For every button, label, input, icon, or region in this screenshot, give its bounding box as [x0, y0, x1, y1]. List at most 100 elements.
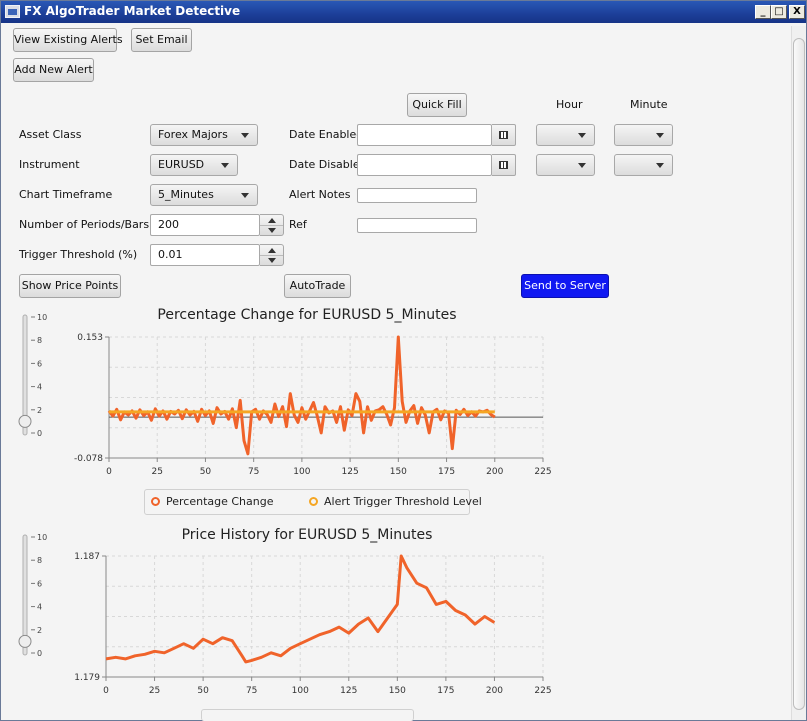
minimize-button[interactable]: _ — [755, 5, 771, 19]
alert-notes-input[interactable] — [357, 188, 477, 203]
chart1-zoom-slider[interactable]: 10 8 6 4 2 0 — [11, 311, 51, 441]
asset-class-value: Forex Majors — [158, 128, 228, 141]
slider-tick-label: 2 — [37, 626, 42, 635]
legend-label-threshold: Alert Trigger Threshold Level — [324, 495, 482, 508]
threshold-spinner-input[interactable]: 0.01 — [150, 244, 260, 266]
chevron-down-icon — [241, 193, 249, 198]
chevron-down-icon — [578, 133, 586, 138]
instrument-label: Instrument — [19, 158, 80, 171]
chart-timeframe-value: 5_Minutes — [158, 188, 214, 201]
x-tick-label: 225 — [534, 467, 551, 477]
show-price-points-button[interactable]: Show Price Points — [19, 274, 121, 298]
x-tick-label: 0 — [106, 467, 112, 477]
legend-label-percentage-change: Percentage Change — [166, 495, 274, 508]
x-tick-label: 50 — [197, 686, 209, 696]
x-tick-label: 100 — [293, 467, 310, 477]
chevron-down-icon — [241, 133, 249, 138]
vertical-scrollbar[interactable] — [791, 26, 806, 720]
date-enabled-minute-combo[interactable] — [614, 124, 673, 146]
legend-item-percentage-change[interactable]: Percentage Change — [151, 495, 274, 508]
slider-tick-label: 4 — [37, 383, 42, 392]
maximize-button[interactable]: □ — [771, 5, 787, 19]
slider-tick-label: 8 — [37, 556, 42, 565]
asset-class-label: Asset Class — [19, 128, 82, 141]
date-enabled-label: Date Enabled — [289, 128, 364, 141]
date-disabled-input[interactable] — [357, 154, 492, 176]
x-tick-label: 175 — [438, 467, 455, 477]
window-title: FX AlgoTrader Market Detective — [24, 4, 241, 18]
slider-tick-label: 10 — [37, 533, 47, 542]
date-disabled-hour-combo[interactable] — [536, 154, 595, 176]
slider-tick-label: 0 — [37, 649, 42, 658]
scrollbar-thumb[interactable] — [793, 38, 805, 710]
y-tick-label: 0.153 — [77, 333, 103, 343]
ref-input[interactable] — [357, 218, 477, 233]
x-tick-label: 25 — [151, 467, 162, 477]
add-new-alert-button[interactable]: Add New Alert — [13, 58, 94, 82]
instrument-value: EURUSD — [158, 158, 205, 171]
quick-fill-button[interactable]: Quick Fill — [407, 93, 467, 117]
alert-notes-label: Alert Notes — [289, 188, 351, 201]
x-tick-label: 125 — [340, 686, 357, 696]
x-tick-label: 175 — [437, 686, 454, 696]
x-tick-label: 200 — [486, 467, 503, 477]
chevron-down-icon — [656, 163, 664, 168]
x-tick-label: 125 — [342, 467, 359, 477]
periods-spinner-buttons[interactable] — [260, 214, 284, 236]
chart2-zoom-slider[interactable]: 10 8 6 4 2 0 — [11, 531, 51, 661]
threshold-label: Trigger Threshold (%) — [19, 248, 138, 261]
chart2-title: Price History for EURUSD 5_Minutes — [181, 527, 433, 543]
x-tick-label: 150 — [390, 467, 407, 477]
y-tick-label: 1.187 — [74, 552, 100, 562]
y-tick-label: 1.179 — [74, 673, 100, 683]
slider-thumb — [18, 414, 32, 428]
date-enabled-calendar-button[interactable] — [492, 124, 516, 146]
calendar-icon — [499, 161, 508, 169]
y-tick-label: -0.078 — [74, 454, 103, 464]
periods-spinner-input[interactable]: 200 — [150, 214, 260, 236]
legend-item-threshold[interactable]: Alert Trigger Threshold Level — [309, 495, 482, 508]
x-tick-label: 0 — [103, 686, 109, 696]
date-disabled-calendar-button[interactable] — [492, 154, 516, 176]
spinner-down-icon[interactable] — [268, 228, 276, 233]
x-tick-label: 75 — [248, 467, 259, 477]
chevron-down-icon — [578, 163, 586, 168]
minute-label: Minute — [630, 98, 668, 111]
slider-tick-label: 0 — [37, 429, 42, 438]
x-tick-label: 25 — [149, 686, 160, 696]
autotrade-button[interactable]: AutoTrade — [284, 274, 351, 298]
threshold-spinner-buttons[interactable] — [260, 244, 284, 266]
spinner-up-icon[interactable] — [268, 248, 276, 253]
spinner-up-icon[interactable] — [268, 218, 276, 223]
percentage-change-chart: 0 25 50 75 100 125 150 175 200 225 -0.078 0.153 — [74, 333, 552, 477]
spinner-down-icon[interactable] — [268, 258, 276, 263]
set-email-button[interactable]: Set Email — [131, 28, 192, 52]
hour-label: Hour — [556, 98, 583, 111]
periods-label: Number of Periods/Bars — [19, 218, 150, 231]
x-tick-label: 150 — [389, 686, 406, 696]
legend-circle-icon — [309, 497, 318, 506]
x-tick-label: 200 — [486, 686, 503, 696]
chart1-legend: Percentage Change Alert Trigger Threshol… — [144, 489, 482, 515]
date-enabled-input[interactable] — [357, 124, 492, 146]
slider-tick-label: 4 — [37, 603, 42, 612]
slider-tick-label: 6 — [37, 579, 42, 588]
send-to-server-button[interactable]: Send to Server — [521, 274, 609, 298]
chart-timeframe-combo[interactable]: 5_Minutes — [150, 184, 258, 206]
slider-tick-label: 6 — [37, 359, 42, 368]
date-disabled-label: Date Disabled — [289, 158, 367, 171]
slider-tick-label: 2 — [37, 406, 42, 415]
asset-class-combo[interactable]: Forex Majors — [150, 124, 258, 146]
chart-timeframe-label: Chart Timeframe — [19, 188, 113, 201]
title-bar[interactable]: FX AlgoTrader Market Detective _ □ X — [1, 1, 806, 23]
view-existing-alerts-button[interactable]: View Existing Alerts — [13, 28, 123, 52]
date-disabled-minute-combo[interactable] — [614, 154, 673, 176]
date-enabled-hour-combo[interactable] — [536, 124, 595, 146]
x-tick-label: 50 — [200, 467, 212, 477]
close-button[interactable]: X — [789, 5, 805, 19]
instrument-combo[interactable]: EURUSD — [150, 154, 238, 176]
price-history-chart: 0 25 50 75 100 125 150 175 200 225 1.179 1.187 — [74, 552, 551, 696]
calendar-icon — [499, 131, 508, 139]
slider-thumb — [18, 634, 32, 648]
x-tick-label: 100 — [292, 686, 309, 696]
